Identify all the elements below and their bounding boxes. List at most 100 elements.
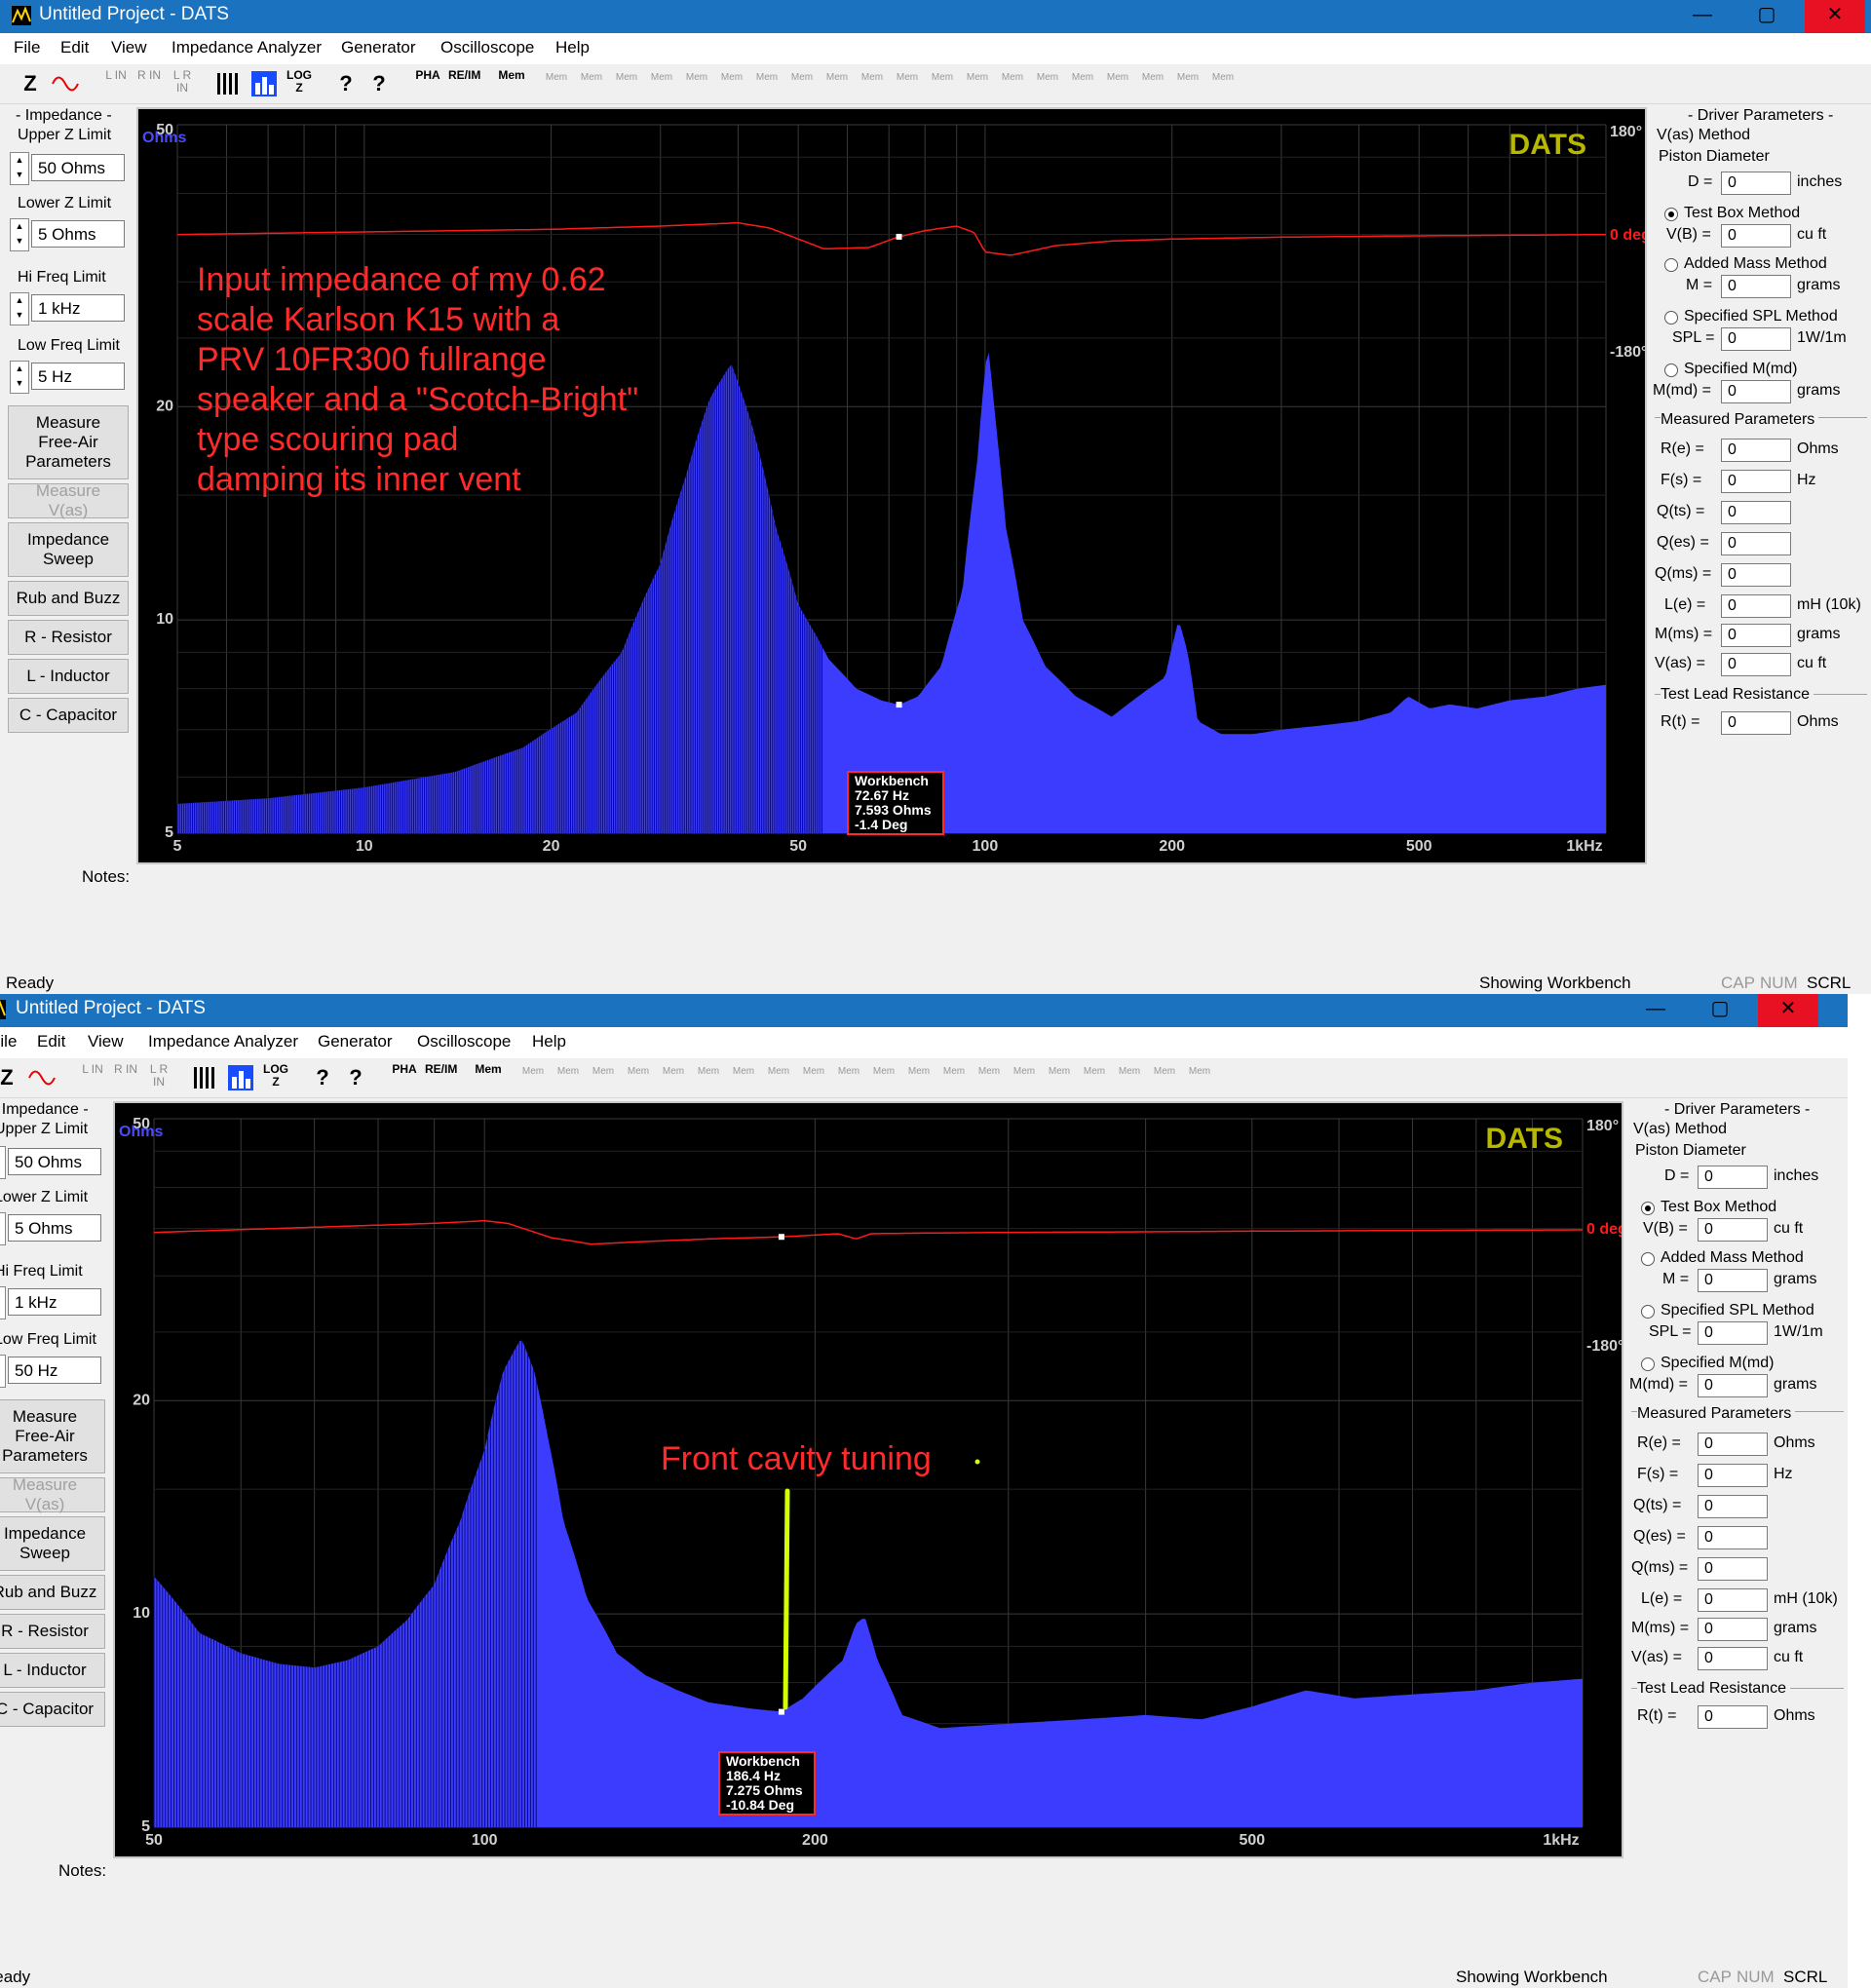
close-button[interactable]: ✕ — [1758, 994, 1818, 1027]
impedance-plot[interactable]: 5020105Ohms501002005001kHz180°0 deg-180°… — [113, 1101, 1623, 1858]
left-right-input-button[interactable]: L R IN — [144, 1063, 173, 1092]
memory-slot-6[interactable]: Mem — [717, 72, 746, 83]
maximize-button[interactable]: ▢ — [1737, 0, 1797, 33]
re-field[interactable]: 0 — [1698, 1433, 1768, 1456]
hi-freq-field[interactable]: 1 kHz — [31, 294, 125, 322]
sine-wave-icon[interactable] — [51, 69, 80, 98]
bar-graph-icon[interactable] — [249, 69, 279, 98]
memory-slot-13[interactable]: Mem — [939, 1066, 969, 1077]
title-bar[interactable]: Untitled Project - DATS — ▢ ✕ — [0, 0, 1871, 33]
low-freq-spinner[interactable]: ▲▼ — [0, 1355, 6, 1388]
fs-field[interactable]: 0 — [1721, 470, 1791, 493]
lower-z-field[interactable]: 5 Ohms — [8, 1214, 101, 1242]
menu-file[interactable]: File — [0, 1032, 17, 1051]
hi-freq-field[interactable]: 1 kHz — [8, 1288, 101, 1316]
context-help-icon[interactable]: ? — [364, 69, 394, 98]
real-imag-button[interactable]: RE/IM — [448, 69, 480, 98]
added-mass-method-radio[interactable] — [1664, 258, 1678, 272]
added-mass-method-label[interactable]: Added Mass Method — [1661, 1249, 1804, 1267]
rt-field[interactable]: 0 — [1721, 711, 1791, 735]
upper-z-spinner[interactable]: ▲▼ — [0, 1146, 6, 1179]
impedance-sweep-button[interactable]: Impedance Sweep — [8, 522, 129, 577]
added-mass-method-radio[interactable] — [1641, 1252, 1655, 1266]
memory-slot-11[interactable]: Mem — [869, 1066, 898, 1077]
measure-vas-button[interactable]: Measure V(as) — [8, 481, 129, 519]
mass-field[interactable]: 0 — [1721, 275, 1791, 298]
menu-view[interactable]: View — [111, 38, 147, 57]
menu-oscilloscope[interactable]: Oscilloscope — [417, 1032, 511, 1051]
menu-help[interactable]: Help — [532, 1032, 566, 1051]
help-icon[interactable]: ? — [331, 69, 361, 98]
memory-slot-15[interactable]: Mem — [1033, 72, 1062, 83]
qms-field[interactable]: 0 — [1698, 1557, 1768, 1581]
le-field[interactable]: 0 — [1698, 1588, 1768, 1612]
vas-field[interactable]: 0 — [1698, 1647, 1768, 1670]
memory-slot-17[interactable]: Mem — [1080, 1066, 1109, 1077]
lower-z-spinner[interactable]: ▲▼ — [10, 218, 29, 251]
test-box-method-label[interactable]: Test Box Method — [1684, 205, 1800, 222]
log-scale-button[interactable]: LOG Z — [285, 69, 314, 98]
menu-generator[interactable]: Generator — [341, 38, 416, 57]
memory-slot-4[interactable]: Mem — [624, 1066, 653, 1077]
memory-slot-15[interactable]: Mem — [1010, 1066, 1039, 1077]
rub-and-buzz-button[interactable]: Rub and Buzz — [8, 581, 129, 616]
real-imag-button[interactable]: RE/IM — [425, 1063, 457, 1092]
minimize-button[interactable]: — — [1672, 0, 1733, 33]
maximize-button[interactable]: ▢ — [1690, 994, 1750, 1027]
le-field[interactable]: 0 — [1721, 594, 1791, 618]
capacitor-button[interactable]: C - Capacitor — [0, 1692, 105, 1727]
low-freq-field[interactable]: 50 Hz — [8, 1357, 101, 1384]
rub-and-buzz-button[interactable]: Rub and Buzz — [0, 1575, 105, 1610]
phase-button[interactable]: PHA — [390, 1063, 419, 1092]
menu-impedance-analyzer[interactable]: Impedance Analyzer — [172, 38, 322, 57]
memory-slot-16[interactable]: Mem — [1045, 1066, 1074, 1077]
memory-slot-3[interactable]: Mem — [612, 72, 641, 83]
qms-field[interactable]: 0 — [1721, 563, 1791, 587]
memory-slot-3[interactable]: Mem — [589, 1066, 618, 1077]
context-help-icon[interactable]: ? — [341, 1063, 370, 1092]
memory-slot-5[interactable]: Mem — [659, 1066, 688, 1077]
specified-mmd-method-radio[interactable] — [1641, 1357, 1655, 1371]
inductor-button[interactable]: L - Inductor — [8, 659, 129, 694]
right-input-button[interactable]: R IN — [111, 1063, 140, 1092]
lower-z-field[interactable]: 5 Ohms — [31, 220, 125, 248]
specified-spl-method-label[interactable]: Specified SPL Method — [1661, 1302, 1814, 1319]
memory-slot-4[interactable]: Mem — [647, 72, 676, 83]
left-input-button[interactable]: L IN — [101, 69, 131, 98]
mms-field[interactable]: 0 — [1698, 1618, 1768, 1641]
memory-slot-19[interactable]: Mem — [1173, 72, 1203, 83]
memory-slot-20[interactable]: Mem — [1208, 72, 1238, 83]
memory-slot-14[interactable]: Mem — [974, 1066, 1004, 1077]
memory-slot-9[interactable]: Mem — [822, 72, 852, 83]
impedance-mode-button[interactable]: Z — [16, 69, 45, 98]
memory-slot-2[interactable]: Mem — [554, 1066, 583, 1077]
menu-file[interactable]: File — [14, 38, 40, 57]
mmd-field[interactable]: 0 — [1698, 1374, 1768, 1397]
vb-field[interactable]: 0 — [1721, 224, 1791, 248]
added-mass-method-label[interactable]: Added Mass Method — [1684, 255, 1827, 273]
menu-impedance-analyzer[interactable]: Impedance Analyzer — [148, 1032, 298, 1051]
memory-slot-16[interactable]: Mem — [1068, 72, 1097, 83]
bar-graph-icon[interactable] — [226, 1063, 255, 1092]
hi-freq-spinner[interactable]: ▲▼ — [10, 292, 29, 325]
memory-slot-18[interactable]: Mem — [1115, 1066, 1144, 1077]
specified-spl-method-radio[interactable] — [1641, 1305, 1655, 1319]
mmd-field[interactable]: 0 — [1721, 380, 1791, 403]
resistor-button[interactable]: R - Resistor — [8, 620, 129, 655]
test-box-method-radio[interactable] — [1641, 1202, 1655, 1215]
piston-diameter-field[interactable]: 0 — [1698, 1166, 1768, 1189]
re-field[interactable]: 0 — [1721, 439, 1791, 462]
memory-slot-13[interactable]: Mem — [963, 72, 992, 83]
grid-bars-icon[interactable] — [191, 1063, 220, 1092]
memory-slot-19[interactable]: Mem — [1150, 1066, 1179, 1077]
low-freq-spinner[interactable]: ▲▼ — [10, 361, 29, 394]
log-scale-button[interactable]: LOG Z — [261, 1063, 290, 1092]
memory-slot-5[interactable]: Mem — [682, 72, 711, 83]
minimize-button[interactable]: — — [1625, 994, 1686, 1027]
qes-field[interactable]: 0 — [1698, 1526, 1768, 1549]
left-input-button[interactable]: L IN — [78, 1063, 107, 1092]
memory-slot-11[interactable]: Mem — [893, 72, 922, 83]
fs-field[interactable]: 0 — [1698, 1464, 1768, 1487]
help-icon[interactable]: ? — [308, 1063, 337, 1092]
measure-vas-button[interactable]: Measure V(as) — [0, 1475, 105, 1513]
